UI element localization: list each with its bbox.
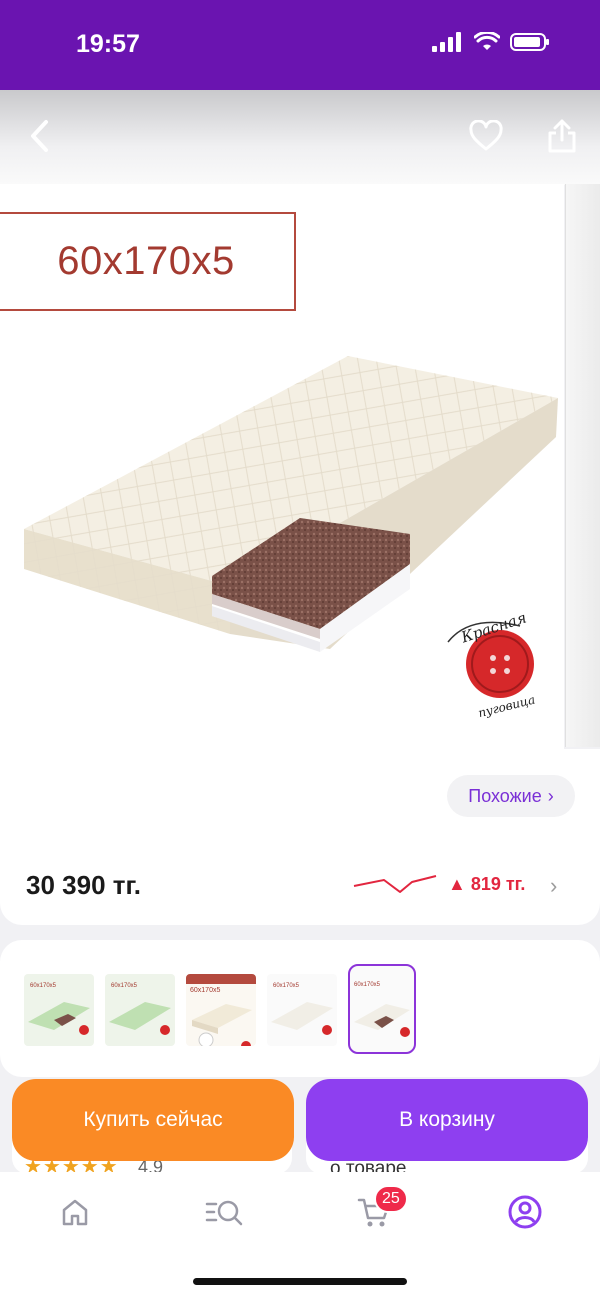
favorite-button[interactable] bbox=[462, 112, 510, 160]
svg-text:60x170x5: 60x170x5 bbox=[111, 983, 138, 989]
buy-now-button[interactable]: Купить сейчас bbox=[12, 1079, 294, 1161]
similar-label: Похожие bbox=[468, 785, 542, 806]
battery-icon bbox=[510, 33, 549, 51]
profile-icon bbox=[508, 1195, 542, 1229]
thumbnail-2-image: 60x170x5 bbox=[109, 983, 171, 1035]
nav-bar bbox=[0, 90, 600, 185]
mattress-illustration: Красная пуговица bbox=[24, 356, 558, 720]
home-indicator bbox=[193, 1278, 407, 1285]
svg-text:60x170x5: 60x170x5 bbox=[354, 982, 381, 988]
catalog-search-icon bbox=[205, 1200, 243, 1226]
price-change[interactable]: ▲ 819 тг. bbox=[448, 874, 525, 895]
thumbnail-5-image: 60x170x5 bbox=[354, 982, 410, 1037]
add-to-cart-button[interactable]: В корзину bbox=[306, 1079, 588, 1161]
thumbnail-5-selected[interactable]: 60x170x5 bbox=[348, 964, 416, 1054]
thumbnail-3-image: 60x170x5 bbox=[186, 974, 256, 1046]
thumbnail-4-image: 60x170x5 bbox=[271, 983, 333, 1035]
product-image[interactable]: 60x170x5 Красная пуговица bbox=[0, 184, 564, 749]
price-trend-icon[interactable] bbox=[352, 872, 442, 896]
svg-text:60x170x5: 60x170x5 bbox=[190, 987, 220, 994]
price-history-chevron-icon[interactable]: › bbox=[550, 873, 557, 899]
svg-text:60x170x5: 60x170x5 bbox=[273, 983, 300, 989]
svg-text:60x170x5: 60x170x5 bbox=[30, 983, 57, 989]
heart-icon bbox=[469, 120, 503, 151]
chevron-left-icon bbox=[31, 120, 48, 152]
signal-icon bbox=[432, 32, 461, 52]
thumbnail-4[interactable]: 60x170x5 bbox=[267, 974, 337, 1046]
next-product-image[interactable] bbox=[565, 184, 600, 747]
status-bar: 19:57 bbox=[0, 0, 600, 90]
status-icons bbox=[432, 32, 550, 52]
wifi-icon bbox=[474, 32, 500, 50]
tab-profile[interactable] bbox=[505, 1192, 545, 1232]
share-button[interactable] bbox=[538, 112, 586, 160]
chevron-right-icon: › bbox=[547, 785, 554, 806]
cart-badge: 25 bbox=[374, 1185, 408, 1213]
thumbnail-2[interactable]: 60x170x5 bbox=[105, 974, 175, 1046]
tab-home[interactable] bbox=[55, 1192, 95, 1232]
brand-logo: Красная пуговица bbox=[447, 609, 537, 720]
similar-button[interactable]: Похожие › bbox=[447, 775, 575, 817]
thumbnail-1[interactable]: 60x170x5 bbox=[24, 974, 94, 1046]
price: 30 390 тг. bbox=[26, 870, 141, 900]
status-time: 19:57 bbox=[76, 30, 140, 58]
thumbnail-1-image: 60x170x5 bbox=[28, 983, 90, 1035]
tab-catalog[interactable] bbox=[204, 1192, 244, 1232]
home-icon bbox=[62, 1199, 88, 1226]
back-button[interactable] bbox=[16, 112, 64, 160]
share-icon bbox=[548, 119, 576, 153]
thumbnail-3[interactable]: 60x170x5 bbox=[186, 974, 256, 1046]
